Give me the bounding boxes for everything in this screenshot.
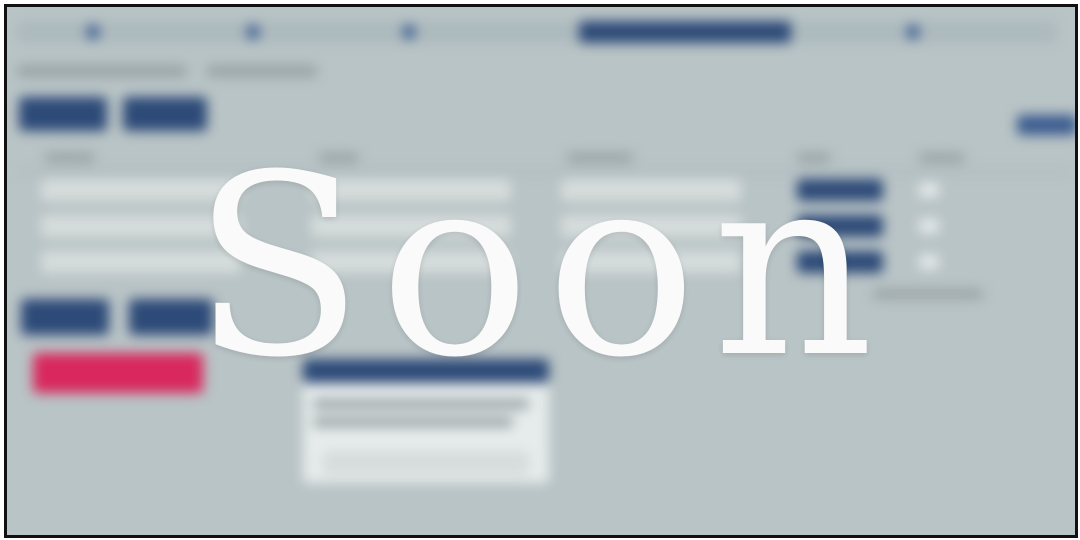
- screenshot-frame: Soon: [4, 4, 1078, 538]
- coming-soon-overlay: Soon: [192, 121, 890, 412]
